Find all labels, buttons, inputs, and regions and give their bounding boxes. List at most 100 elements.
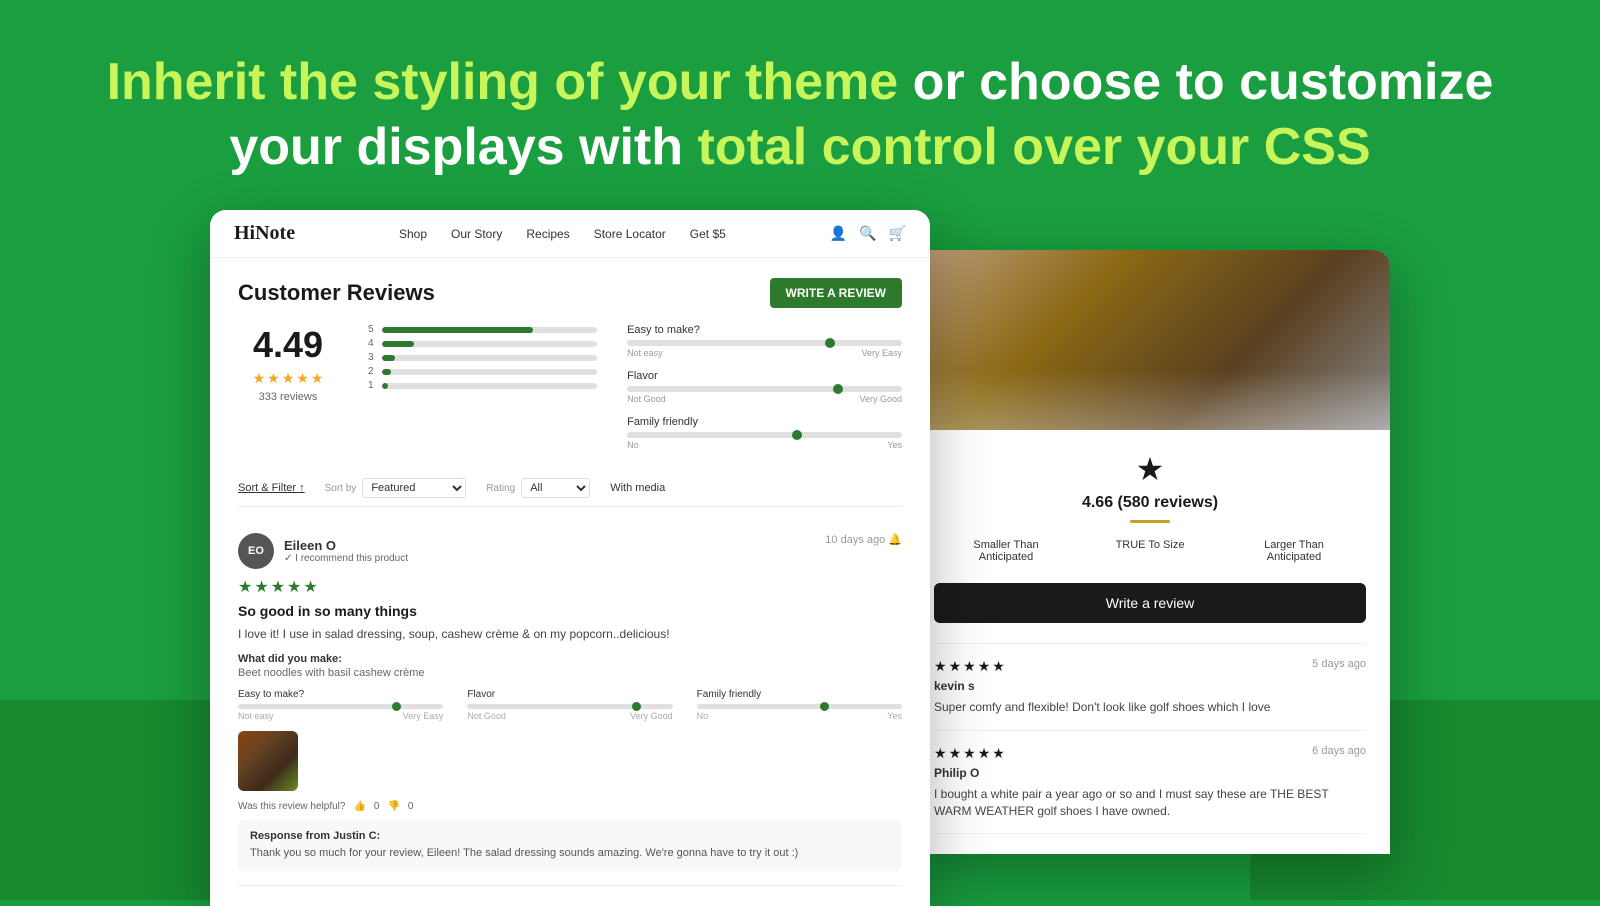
thumbs-down-icon[interactable]: 👎: [387, 801, 399, 812]
bar-fill-5: [382, 327, 533, 333]
attr-flavor-dot: [833, 384, 843, 394]
hero-line1-rest: or choose to customize: [913, 53, 1494, 111]
sort-filter-link[interactable]: Sort & Filter ↑: [238, 482, 305, 494]
bar-row-5: 5: [368, 324, 597, 335]
r2-star-5: ★: [992, 745, 1005, 762]
r2-star-2: ★: [949, 745, 962, 762]
rating-select[interactable]: All 5 Stars 4 Stars 3 Stars 2 Stars 1 St…: [521, 478, 590, 498]
attr-flavor-slider: [627, 386, 902, 392]
rev-attr-flavor-ends: Not Good Very Good: [467, 711, 672, 721]
size-fit-larger: Larger ThanAnticipated: [1222, 539, 1366, 563]
right-review-item-2: ★ ★ ★ ★ ★ 6 days ago Philip O I bought a…: [934, 731, 1366, 835]
rev-attr-easy-ends: Not easy Very Easy: [238, 711, 443, 721]
recommend-badge: ✓ I recommend this product: [284, 553, 408, 564]
right-screenshot: ★ 4.66 (580 reviews) Smaller ThanAnticip…: [910, 250, 1390, 854]
star-3: ★: [282, 370, 295, 387]
size-fit-row: Smaller ThanAnticipated TRUE To Size Lar…: [934, 539, 1366, 563]
rev-attr-easy-label: Easy to make?: [238, 689, 443, 700]
hero-line2-start: your displays with: [229, 118, 683, 176]
right-reviewer-1: kevin s: [934, 679, 1366, 693]
bar-row-1: 1: [368, 380, 597, 391]
attr-easy-dot: [825, 338, 835, 348]
rev-attr-family-dot: [820, 702, 829, 711]
attr-family-label: Family friendly: [627, 416, 902, 428]
bar-label-1: 1: [368, 380, 376, 391]
bar-fill-2: [382, 369, 391, 375]
size-fit-smaller: Smaller ThanAnticipated: [934, 539, 1078, 563]
right-stars-2: ★ ★ ★ ★ ★: [934, 745, 1005, 762]
right-rating-header: ★ 4.66 (580 reviews): [934, 450, 1366, 523]
nav-shop[interactable]: Shop: [399, 227, 427, 241]
response-from: Response from Justin C:: [250, 830, 890, 842]
cart-icon[interactable]: 🛒: [889, 225, 906, 242]
r2-star-4: ★: [978, 745, 991, 762]
rev-star-3: ★: [271, 577, 285, 597]
attr-family-right: Yes: [887, 440, 902, 450]
account-icon[interactable]: 👤: [830, 225, 847, 242]
r1-star-4: ★: [978, 658, 991, 675]
review-date-text: 10 days ago: [825, 534, 885, 546]
review-title: So good in so many things: [238, 603, 902, 619]
review-body: I love it! I use in salad dressing, soup…: [238, 625, 902, 643]
rating-score-section: 4.49 ★ ★ ★ ★ ★ 333 reviews: [238, 324, 338, 403]
review-attributes: Easy to make? Not easy Very Easy Flavor: [238, 689, 902, 721]
rev-star-1: ★: [238, 577, 252, 597]
hero-section: Inherit the styling of your theme or cho…: [0, 0, 1600, 210]
rev-attr-family-ends: No Yes: [697, 711, 902, 721]
size-larger-label: Larger ThanAnticipated: [1222, 539, 1366, 563]
recommend-text: I recommend this product: [295, 553, 408, 564]
star-1: ★: [253, 370, 266, 387]
reviews-title: Customer Reviews: [238, 280, 435, 306]
rev-star-4: ★: [287, 577, 301, 597]
size-true-label: TRUE To Size: [1078, 539, 1222, 551]
bar-track-2: [382, 369, 597, 375]
attr-easy-ends: Not easy Very Easy: [627, 348, 902, 358]
reviewer-info: EO Eileen O ✓ I recommend this product: [238, 533, 408, 569]
overall-stars: ★ ★ ★ ★ ★: [238, 370, 338, 387]
attr-flavor-ends: Not Good Very Good: [627, 394, 902, 404]
r1-star-3: ★: [963, 658, 976, 675]
rev-attr-flavor-label: Flavor: [467, 689, 672, 700]
right-star-big: ★: [934, 450, 1366, 488]
left-screenshot: HiNote Shop Our Story Recipes Store Loca…: [210, 210, 930, 906]
nav-store-locator[interactable]: Store Locator: [594, 227, 666, 241]
right-score-text: 4.66 (580 reviews): [934, 494, 1366, 512]
bar-fill-3: [382, 355, 395, 361]
r1-star-5: ★: [992, 658, 1005, 675]
right-write-review-button[interactable]: Write a review: [934, 583, 1366, 623]
reviewer-avatar: EO: [238, 533, 274, 569]
bar-fill-4: [382, 341, 414, 347]
attr-family-ends: No Yes: [627, 440, 902, 450]
bar-label-2: 2: [368, 366, 376, 377]
attr-flavor: Flavor Not Good Very Good: [627, 370, 902, 404]
search-icon[interactable]: 🔍: [859, 225, 876, 242]
rev-attr-flavor-left: Not Good: [467, 711, 506, 721]
star-5-half: ★: [311, 370, 324, 387]
write-review-button[interactable]: WRITE A REVIEW: [770, 278, 902, 308]
helpful-row: Was this review helpful? 👍 0 👎 0: [238, 801, 902, 812]
sort-by-select[interactable]: Featured Most Recent Highest Rated Lowes…: [362, 478, 466, 498]
r1-star-1: ★: [934, 658, 947, 675]
nav-our-story[interactable]: Our Story: [451, 227, 502, 241]
rev-attr-easy-right: Very Easy: [403, 711, 444, 721]
thumbs-up-icon[interactable]: 👍: [353, 801, 365, 812]
right-reviews-panel: ★ 4.66 (580 reviews) Smaller ThanAnticip…: [910, 430, 1390, 854]
rev-attr-flavor-right: Very Good: [630, 711, 673, 721]
attr-easy-label: Easy to make?: [627, 324, 902, 336]
right-review-item-1: ★ ★ ★ ★ ★ 5 days ago kevin s Super comfy…: [934, 644, 1366, 731]
reviewer-details: Eileen O ✓ I recommend this product: [284, 538, 408, 564]
helpful-text: Was this review helpful?: [238, 801, 345, 812]
overall-score: 4.49: [238, 324, 338, 366]
nav-get5[interactable]: Get $5: [690, 227, 726, 241]
sort-by-group: Sort by Featured Most Recent Highest Rat…: [325, 478, 467, 498]
right-separator: [1130, 520, 1170, 523]
attr-easy-slider: [627, 340, 902, 346]
nav-recipes[interactable]: Recipes: [526, 227, 569, 241]
verified-icon: 🔔: [888, 534, 902, 546]
reviewer-name: Eileen O: [284, 538, 408, 553]
rating-bars: 5 4 3 2 1: [368, 324, 597, 394]
attr-easy-right: Very Easy: [861, 348, 902, 358]
rev-attr-flavor-slider: [467, 704, 672, 709]
star-4: ★: [296, 370, 309, 387]
hero-heading: Inherit the styling of your theme or cho…: [100, 50, 1500, 180]
